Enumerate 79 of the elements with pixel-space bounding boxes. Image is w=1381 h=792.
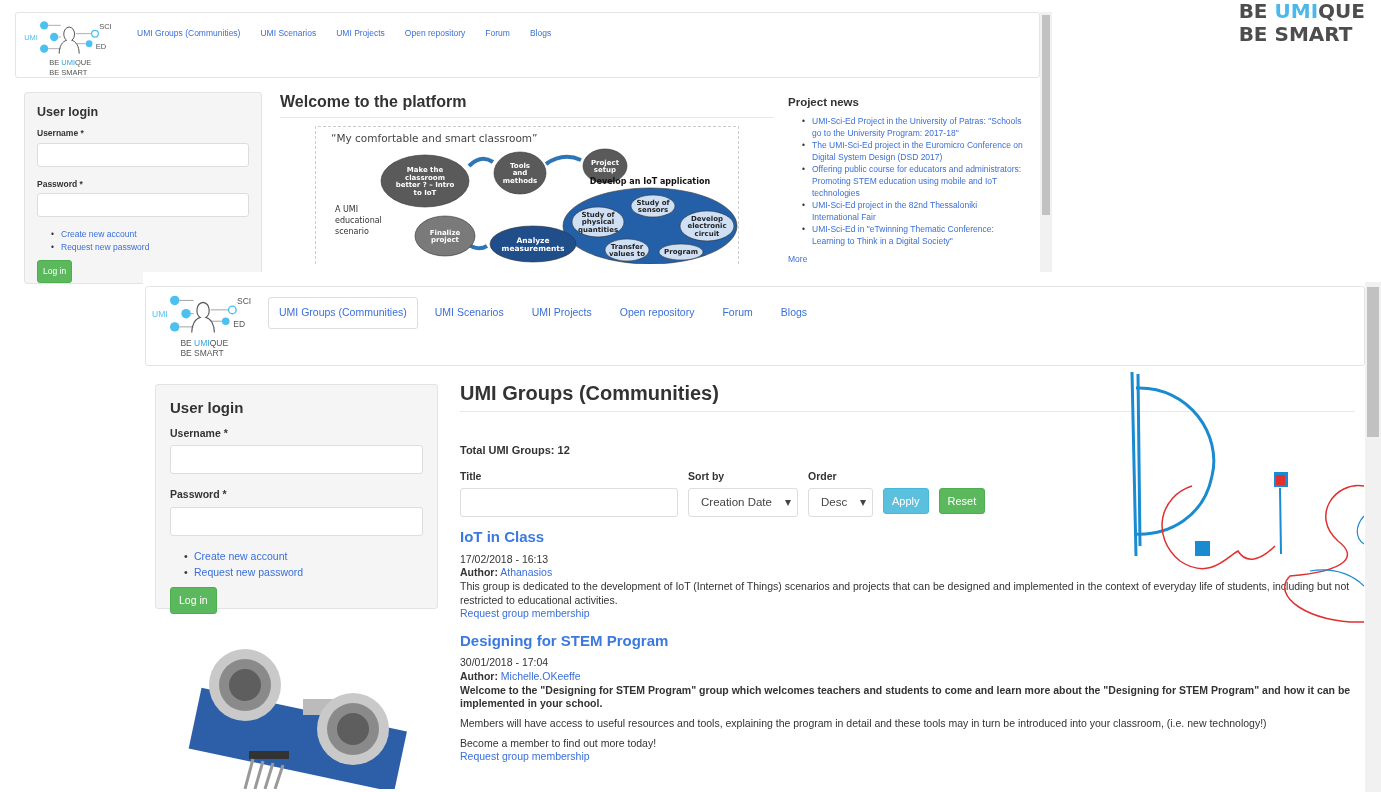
author-label: Author: (460, 566, 498, 579)
section-title: Project news (788, 96, 860, 110)
diagram-title: “My comfortable and smart classroom” (331, 132, 538, 145)
nav-link[interactable]: Forum (478, 17, 517, 50)
group-title-link[interactable]: IoT in Class (460, 527, 545, 547)
logo-text: UMI (24, 33, 38, 43)
account-link[interactable]: Create new account (194, 550, 288, 562)
news-link[interactable]: The UMI-Sci-Ed project in the Euromicro Conference on Digital System Design (DSD 2017) (812, 138, 1024, 164)
nav-link[interactable]: Blogs (769, 297, 819, 329)
news-link[interactable]: UMI-Sci-Ed Project in the University of Patras: "Schools go to the University Program: 2017-18" (812, 114, 1024, 139)
nav-link[interactable]: UMI Projects (520, 297, 603, 329)
account-link[interactable]: Request new password (194, 565, 304, 578)
diagram-caption: A UMI educational scenario (335, 205, 382, 237)
sort-dropdown[interactable]: Creation Date ▾ (688, 488, 798, 518)
input-field[interactable] (37, 142, 249, 167)
list-bullet: • (51, 228, 55, 241)
membership-link[interactable]: Request group membership (460, 750, 590, 763)
logo-text: BE SMART (49, 67, 88, 77)
group-description: Members will have access to useful resources and tools, explaining the program in detail and these tools may in turn be introduced into your classroom, (i.e. new technology!) (460, 717, 1268, 731)
list-bullet: • (184, 549, 189, 564)
page-title: Welcome to the platform (280, 92, 774, 119)
total-count: Total UMI Groups: 12 (460, 443, 571, 458)
nav-link[interactable]: UMI Groups (Communities) (130, 17, 248, 50)
news-link[interactable]: UMI-Sci-Ed in "eTwinning Thematic Conference: Learning to Think in a Digital Society" (812, 223, 1024, 248)
order-dropdown[interactable]: Desc ▾ (808, 488, 873, 518)
list-bullet: • (802, 138, 806, 152)
account-link[interactable]: Request new password (61, 242, 150, 252)
group-date: 30/01/2018 - 17:04 (460, 656, 550, 671)
logo-text: ED (95, 41, 107, 51)
nav-link[interactable]: UMI Scenarios (423, 297, 515, 329)
nav-link[interactable]: Forum (711, 297, 764, 329)
input-field[interactable] (170, 445, 423, 475)
author-link[interactable]: Michelle.OKeeffe (500, 670, 581, 683)
panel-title: User login (170, 398, 245, 418)
list-bullet: • (802, 114, 806, 128)
panel-title: User login (37, 104, 100, 121)
group-title-link[interactable]: Designing for STEM Program (460, 630, 669, 651)
scrollbar[interactable] (1040, 12, 1052, 272)
account-link[interactable]: Create new account (61, 229, 137, 240)
scrollbar[interactable] (1365, 282, 1381, 792)
field-label: Password * (170, 487, 228, 503)
field-label: Username * (170, 425, 229, 441)
logo-text: BE SMART (180, 348, 224, 359)
field-label: Order (808, 468, 838, 484)
logo-text: SCI (99, 21, 112, 31)
nav-link[interactable]: UMI Scenarios (253, 17, 324, 50)
list-bullet: • (184, 564, 189, 580)
field-label: Password * (37, 177, 84, 191)
list-bullet: • (802, 199, 806, 213)
author-label: Author: (460, 670, 498, 683)
logo-text: BE UMIQUE (49, 58, 92, 68)
field-label: Username * (37, 126, 85, 140)
logo-text: UMI (152, 309, 168, 320)
input-field[interactable] (37, 193, 249, 218)
page-title: UMI Groups (Communities) (460, 381, 1355, 412)
more-link[interactable]: More (788, 253, 1024, 266)
nav-link[interactable]: Blogs (522, 17, 559, 50)
group-date: 17/02/2018 - 16:13 (460, 552, 550, 567)
news-link[interactable]: Offering public course for educators and administrators: Promoting STEM education using mobile and IoT technologies (812, 163, 1024, 200)
membership-link[interactable]: Request group membership (460, 607, 590, 620)
field-label: Sort by (688, 468, 726, 484)
list-bullet: • (51, 241, 55, 254)
group-description: Welcome to the "Designing for STEM Program" group which welcomes teachers and students to come and learn more about the "Designing for STEM Program" and how it can be implemented in your school. (460, 683, 1352, 711)
author-link[interactable]: Athanasios (500, 566, 553, 579)
field-label: Title (460, 468, 483, 484)
nav-link[interactable]: Open repository (397, 17, 473, 50)
group-description: Become a member to find out more today! (460, 736, 658, 751)
logo-text: ED (233, 318, 246, 329)
logo-text: BE UMIQUE (180, 337, 229, 348)
logo-text: SCI (237, 296, 252, 307)
news-link[interactable]: UMI-Sci-Ed project in the 82nd Thessaloniki International Fair (812, 199, 1024, 224)
brand-logo-text: BE UMIQUE BE SMART (1238, 0, 1365, 46)
list-bullet: • (802, 163, 806, 177)
input-field[interactable] (460, 488, 678, 518)
nav-link[interactable]: UMI Projects (329, 17, 392, 50)
nav-link[interactable]: Open repository (608, 297, 706, 329)
list-bullet: • (802, 223, 806, 237)
input-field[interactable] (170, 507, 423, 536)
nav-link[interactable]: UMI Groups (Communities) (268, 297, 418, 329)
